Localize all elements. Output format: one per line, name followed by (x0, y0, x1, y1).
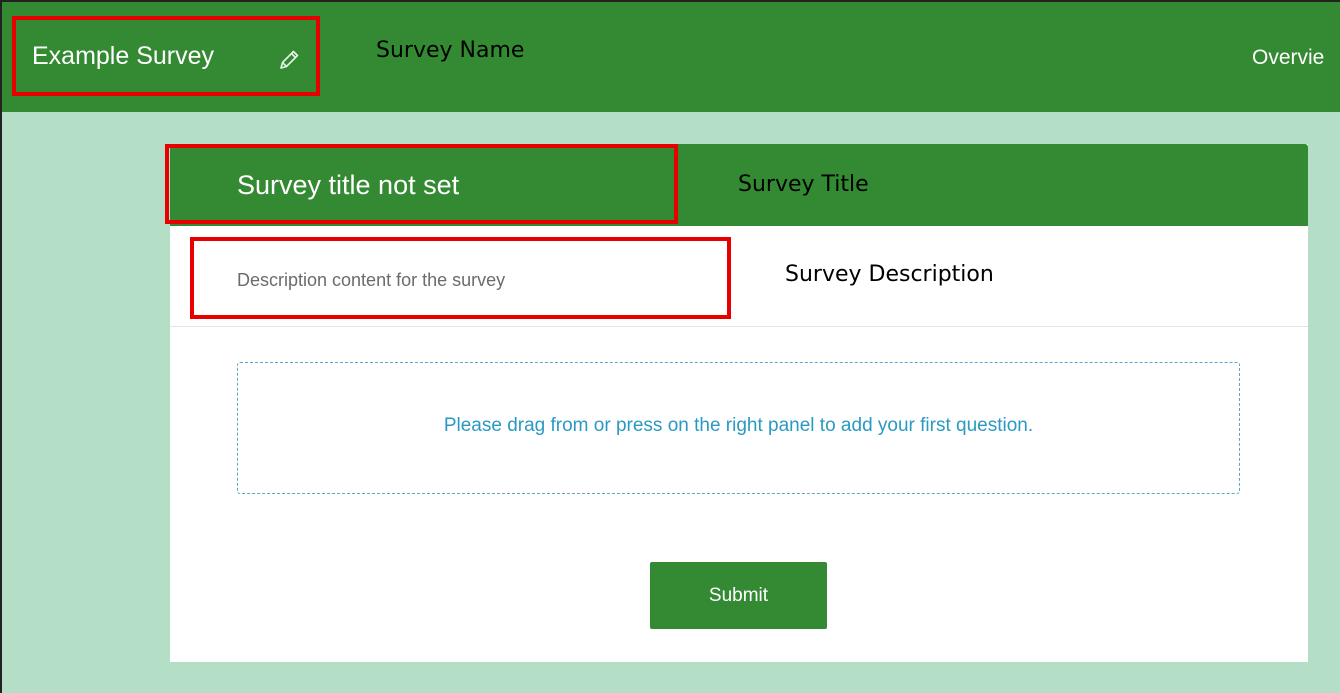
survey-description[interactable]: Description content for the survey (237, 270, 505, 291)
question-dropzone[interactable]: Please drag from or press on the right p… (237, 362, 1240, 494)
card-divider (170, 326, 1308, 327)
dropzone-hint: Please drag from or press on the right p… (443, 415, 1034, 436)
annotation-survey-description: Survey Description (785, 262, 994, 287)
top-bar: Example Survey Survey Name Overvie (0, 0, 1340, 112)
survey-card-header: Survey title not set Survey Title (170, 144, 1308, 226)
annotation-survey-title: Survey Title (738, 172, 869, 197)
survey-title[interactable]: Survey title not set (237, 170, 459, 201)
pencil-icon[interactable] (277, 48, 301, 72)
annotation-survey-name: Survey Name (376, 38, 525, 63)
survey-name: Example Survey (32, 42, 215, 70)
submit-button[interactable]: Submit (650, 562, 827, 629)
survey-card: Survey title not set Survey Title Descri… (170, 144, 1308, 662)
tab-overview[interactable]: Overvie (1252, 46, 1324, 70)
